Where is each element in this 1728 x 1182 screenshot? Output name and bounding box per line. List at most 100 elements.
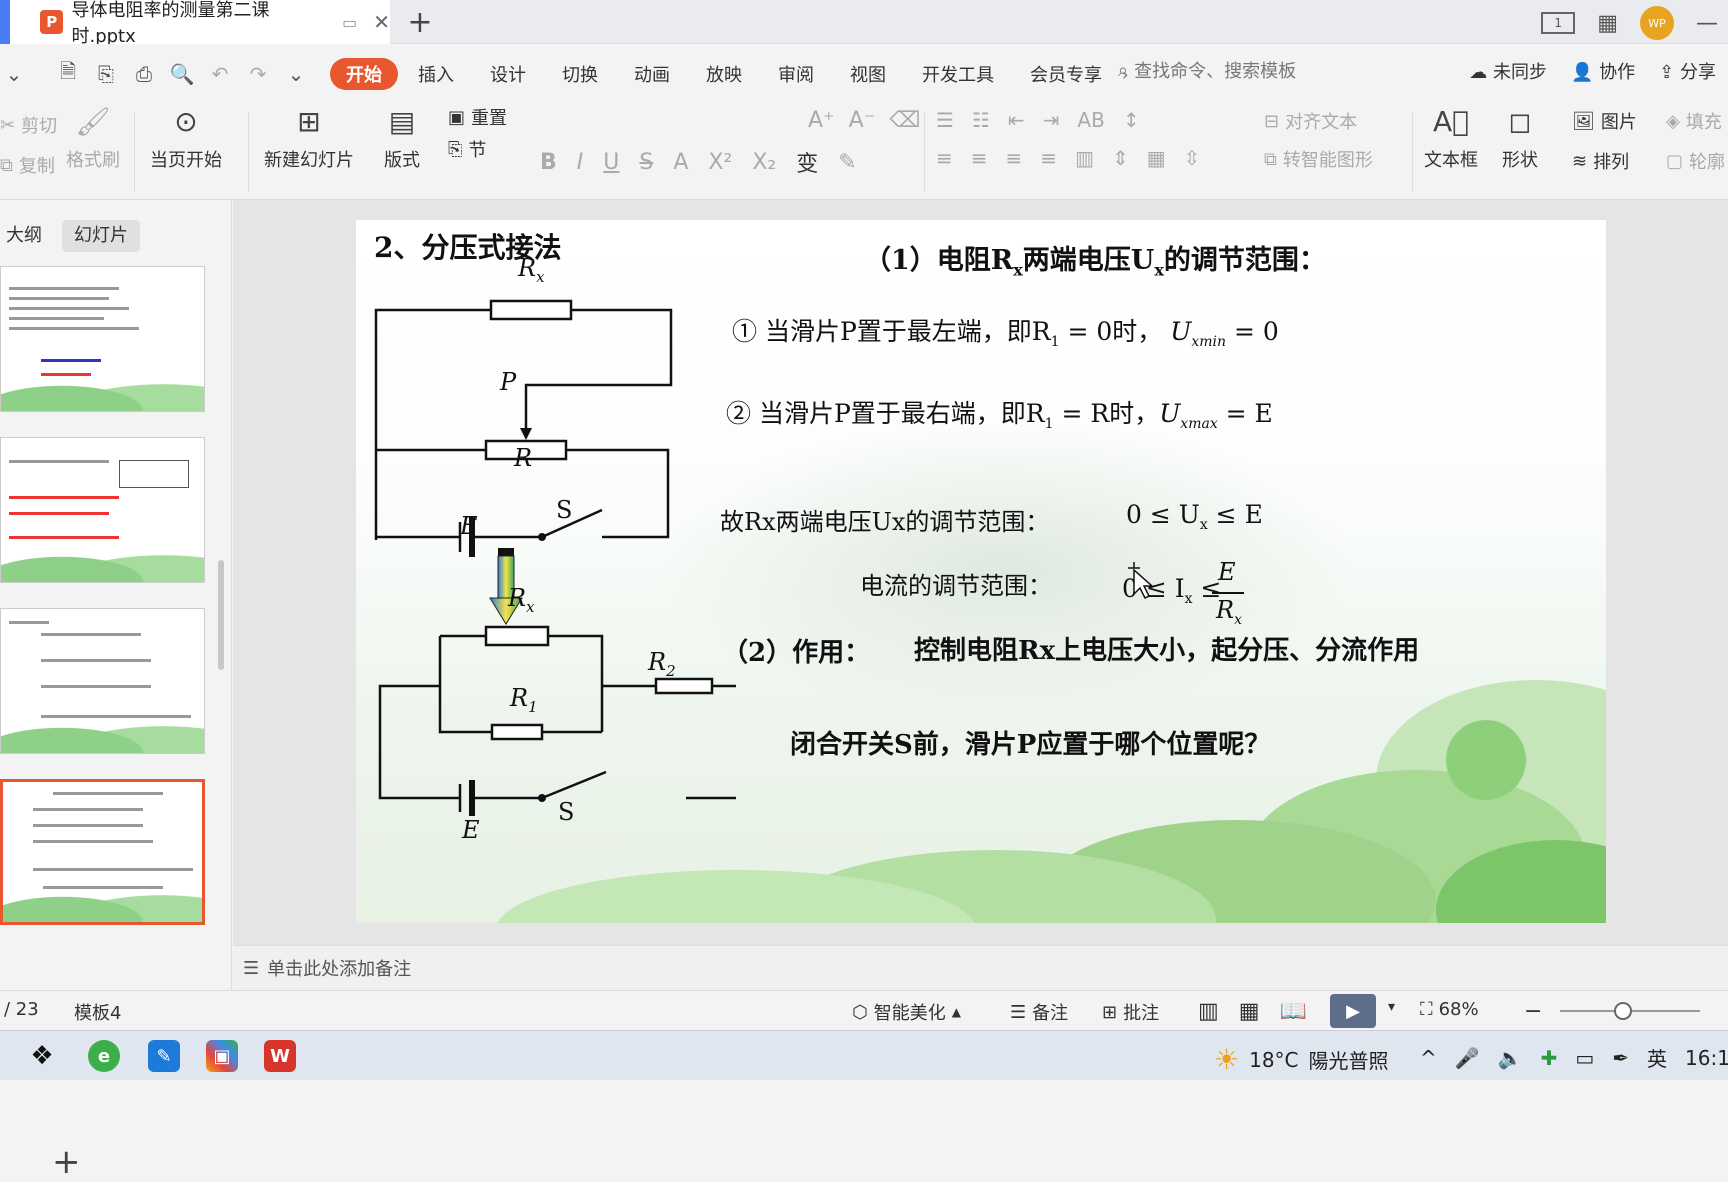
store-icon[interactable]: ▣: [206, 1040, 238, 1072]
add-slide-button[interactable]: +: [52, 1142, 81, 1182]
ime-indicator[interactable]: 英: [1647, 1043, 1667, 1072]
section-button[interactable]: ⎘ 节: [448, 136, 486, 162]
sync-button[interactable]: ☁ 未同步: [1469, 58, 1547, 84]
beautify-button[interactable]: ⬡ 智能美化 ▲: [852, 999, 961, 1025]
fill-button[interactable]: ◈ 填充: [1666, 108, 1722, 134]
picture-button[interactable]: 🖼 图片: [1572, 108, 1637, 134]
redo-icon[interactable]: ↷: [244, 60, 272, 88]
tab-outline[interactable]: 大纲: [0, 220, 54, 252]
save-icon[interactable]: 🗎: [54, 59, 82, 88]
tab-insert[interactable]: 插入: [402, 58, 470, 90]
notes-pane[interactable]: ☰ 单击此处添加备注: [233, 945, 1728, 990]
comment-button[interactable]: ⊞ 批注: [1102, 999, 1159, 1025]
from-current-button[interactable]: ⊙ 当页开始: [150, 104, 222, 172]
print-icon[interactable]: ⎙: [130, 60, 158, 88]
indent-icon[interactable]: ⇥: [1043, 108, 1060, 132]
chevron-down-icon[interactable]: ⌄: [0, 60, 28, 88]
increase-font-icon[interactable]: A⁺: [808, 108, 835, 133]
notes-button[interactable]: ☰ 备注: [1010, 999, 1068, 1025]
pen-icon[interactable]: ✒: [1612, 1046, 1629, 1070]
volume-icon[interactable]: 🔈: [1498, 1046, 1523, 1070]
cut-button[interactable]: ✂ 剪切: [0, 112, 57, 138]
export-icon[interactable]: ⎘: [92, 60, 120, 88]
bold-icon[interactable]: B: [540, 150, 557, 175]
tab-animations[interactable]: 动画: [618, 58, 686, 90]
tab-view[interactable]: 视图: [834, 58, 902, 90]
reset-button[interactable]: ▣ 重置: [448, 104, 507, 130]
subscript-icon[interactable]: X₂: [752, 150, 776, 175]
print-preview-icon[interactable]: 🔍: [168, 60, 196, 88]
new-tab-button[interactable]: +: [404, 5, 436, 40]
copy-button[interactable]: ⧉ 复制: [0, 152, 55, 178]
slide[interactable]: 2、分压式接法 Rx P R S E Rx R2 R1 S E （1）电阻Rx两…: [356, 220, 1606, 923]
underline-icon[interactable]: U: [603, 150, 619, 175]
strikethrough-icon[interactable]: S: [639, 150, 653, 175]
play-icon[interactable]: ▶: [1330, 994, 1376, 1028]
align-left-icon[interactable]: ≡: [936, 146, 953, 170]
battery-icon[interactable]: ▭: [1575, 1046, 1594, 1070]
panel-scrollbar[interactable]: [218, 560, 224, 670]
microphone-icon[interactable]: 🎤: [1455, 1046, 1480, 1070]
weather-widget[interactable]: ☀ 18°C 陽光普照: [1214, 1043, 1389, 1076]
columns-icon[interactable]: ▦: [1147, 146, 1166, 170]
zoom-out-icon[interactable]: −: [1524, 999, 1542, 1024]
highlight-icon[interactable]: ✎: [838, 150, 856, 175]
font-color-icon[interactable]: A: [673, 150, 688, 175]
shape-button[interactable]: ◻ 形状: [1502, 104, 1538, 172]
decrease-font-icon[interactable]: A⁻: [849, 108, 876, 133]
undo-icon[interactable]: ↶: [206, 60, 234, 88]
smartart-button[interactable]: ⧉ 转智能图形: [1264, 146, 1373, 172]
play-options-icon[interactable]: ▾: [1388, 999, 1395, 1015]
align-text-button[interactable]: ⊟ 对齐文本: [1264, 108, 1357, 134]
numbered-list-icon[interactable]: ☷: [972, 108, 990, 132]
outdent-icon[interactable]: ⇤: [1008, 108, 1025, 132]
slide-thumbnail-selected[interactable]: [0, 779, 205, 925]
align-right-icon[interactable]: ≡: [1006, 146, 1023, 170]
spacing-icon[interactable]: ⇳: [1184, 146, 1201, 170]
tab-slides[interactable]: 幻灯片: [62, 220, 140, 252]
monitor-icon[interactable]: ▭: [342, 13, 357, 32]
security-icon[interactable]: ✚: [1541, 1046, 1558, 1070]
tray-expand-icon[interactable]: ^: [1420, 1046, 1437, 1070]
tab-design[interactable]: 设计: [474, 58, 542, 90]
search-box[interactable]: ⌕ 查找命令、搜索模板: [1118, 57, 1296, 83]
arrange-button[interactable]: ≋ 排列: [1572, 148, 1629, 174]
slide-thumbnail[interactable]: [0, 608, 205, 754]
distribute-icon[interactable]: ▥: [1075, 146, 1094, 170]
customize-icon[interactable]: ⌄: [282, 60, 310, 88]
new-slide-button[interactable]: ⊞ 新建幻灯片: [264, 104, 354, 172]
avatar[interactable]: WP: [1640, 6, 1674, 40]
sorter-view-icon[interactable]: ▦: [1239, 999, 1260, 1024]
zoom-control[interactable]: ⛶ 68%: [1420, 999, 1479, 1020]
document-tab[interactable]: P 导体电阻率的测量第二课时.pptx ▭ ✕: [0, 0, 390, 47]
phonetic-icon[interactable]: 变: [796, 146, 818, 178]
wps-icon[interactable]: W: [264, 1040, 296, 1072]
align-center-icon[interactable]: ≡: [971, 146, 988, 170]
format-painter-button[interactable]: 🖌 格式刷: [66, 104, 120, 172]
slide-thumbnail[interactable]: [0, 437, 205, 583]
line-spacing-icon[interactable]: ↕: [1123, 108, 1140, 132]
bullet-list-icon[interactable]: ☰: [936, 108, 954, 132]
normal-view-icon[interactable]: ▥: [1198, 999, 1219, 1024]
template-name[interactable]: 模板4: [74, 999, 121, 1025]
close-tab-icon[interactable]: ✕: [373, 10, 390, 34]
clock[interactable]: 16:1: [1685, 1046, 1728, 1070]
layout-button[interactable]: ▤ 版式: [384, 104, 420, 172]
outline-button[interactable]: ▢ 轮廓: [1666, 148, 1725, 174]
textbox-button[interactable]: A⃞ 文本框: [1424, 104, 1478, 172]
collaborate-button[interactable]: 👤 协作: [1571, 58, 1635, 84]
justify-icon[interactable]: ≡: [1040, 146, 1057, 170]
italic-icon[interactable]: I: [577, 150, 584, 175]
reading-view-icon[interactable]: 📖: [1280, 999, 1307, 1024]
slide-thumbnail[interactable]: [0, 266, 205, 412]
window-layout-icon[interactable]: 1: [1541, 12, 1576, 34]
superscript-icon[interactable]: X²: [708, 150, 732, 175]
tab-developer[interactable]: 开发工具: [906, 58, 1010, 90]
zoom-slider-handle[interactable]: [1614, 1002, 1632, 1020]
notes-app-icon[interactable]: ✎: [148, 1040, 180, 1072]
text-direction-icon[interactable]: AB: [1077, 108, 1104, 132]
tab-home[interactable]: 开始: [330, 58, 398, 90]
paragraph-spacing-icon[interactable]: ⇕: [1112, 146, 1129, 170]
grid-icon[interactable]: ▦: [1597, 11, 1618, 36]
tab-review[interactable]: 审阅: [762, 58, 830, 90]
